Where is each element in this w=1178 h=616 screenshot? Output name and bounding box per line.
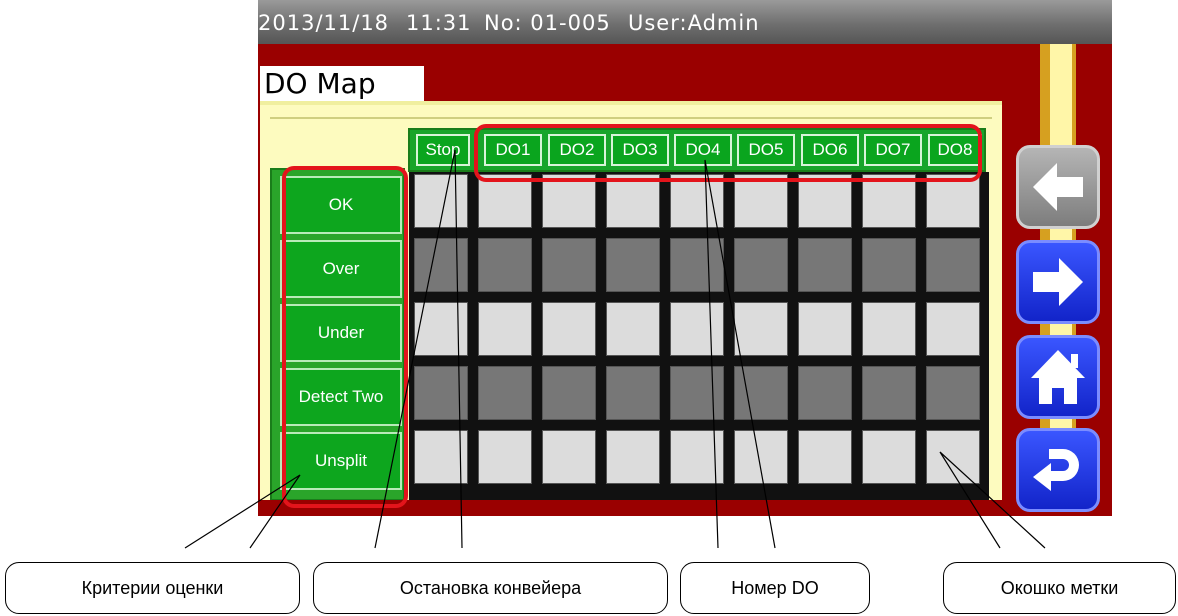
callout-criteria: Критерии оценки xyxy=(5,562,300,614)
callout-pointers xyxy=(184,149,1046,549)
callout-mark-window: Окошко метки xyxy=(943,562,1176,614)
pointer-mark-window xyxy=(939,451,1046,549)
pointer-conveyor-stop xyxy=(374,149,463,549)
pointer-do-number xyxy=(704,159,776,549)
callout-conveyor-stop: Остановка конвейера xyxy=(313,562,668,614)
callout-do-number: Номер DO xyxy=(680,562,870,614)
pointer-criteria xyxy=(184,474,301,549)
